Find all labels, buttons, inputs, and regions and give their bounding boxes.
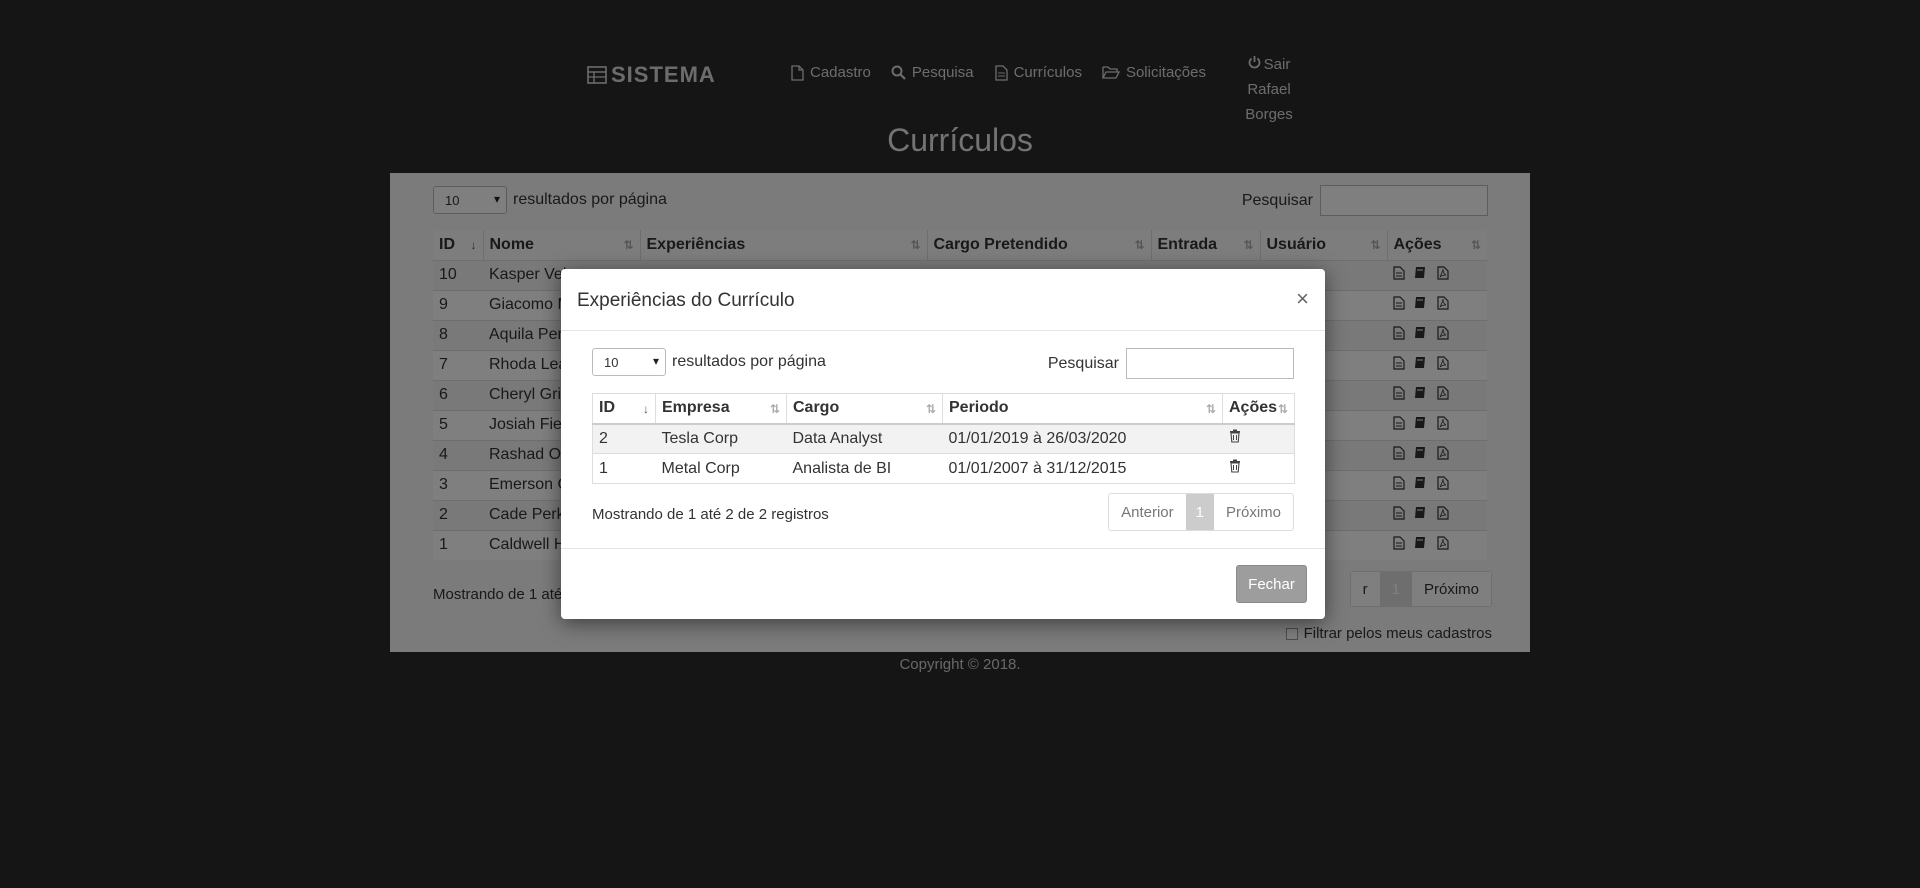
modal-column-header-periodo[interactable]: Periodo ⇅ (942, 393, 1223, 425)
modal-search-input[interactable] (1126, 348, 1294, 379)
cell-periodo: 01/01/2019 à 26/03/2020 (942, 423, 1223, 454)
cell-empresa: Metal Corp (655, 453, 787, 484)
cell-id: 2 (592, 423, 656, 454)
cell-id: 1 (592, 453, 656, 484)
cell-cargo: Data Analyst (786, 423, 943, 454)
modal-page-1-button[interactable]: 1 (1185, 494, 1214, 530)
modal-column-header-empresa[interactable]: Empresa ⇅ (655, 393, 787, 425)
close-icon[interactable]: × (1296, 286, 1309, 312)
modal-next-page-button[interactable]: Próximo (1214, 494, 1293, 530)
table-row: 2 Tesla Corp Data Analyst 01/01/2019 à 26/0… (592, 423, 1295, 454)
cell-periodo: 01/01/2007 à 31/12/2015 (942, 453, 1223, 484)
cell-acoes (1222, 423, 1295, 454)
cell-acoes (1222, 453, 1295, 484)
trash-icon[interactable] (1229, 429, 1241, 447)
experiencias-table: ID ↓ Empresa ⇅ Cargo ⇅ Periodo ⇅ Ações ⇅ 2 Tes… (592, 393, 1295, 484)
experiencias-modal: Experiências do Currículo × 10 resultado… (561, 269, 1325, 619)
modal-column-header-cargo[interactable]: Cargo ⇅ (786, 393, 943, 425)
modal-table-info: Mostrando de 1 até 2 de 2 registros (592, 506, 829, 523)
modal-search-control: Pesquisar (1048, 348, 1294, 379)
modal-header: Experiências do Currículo × (561, 269, 1325, 331)
modal-column-header-id[interactable]: ID ↓ (592, 393, 656, 425)
modal-prev-page-button[interactable]: Anterior (1109, 494, 1186, 530)
modal-length-select[interactable]: 10 (592, 348, 666, 376)
cell-empresa: Tesla Corp (655, 423, 787, 454)
trash-icon[interactable] (1229, 459, 1241, 477)
modal-column-header-acoes[interactable]: Ações ⇅ (1222, 393, 1295, 425)
cell-cargo: Analista de BI (786, 453, 943, 484)
modal-pagination: Anterior 1 Próximo (1108, 493, 1294, 531)
close-button[interactable]: Fechar (1236, 565, 1307, 603)
modal-title: Experiências do Currículo (577, 290, 795, 311)
modal-length-control: 10 resultados por página (592, 348, 826, 376)
modal-footer: Fechar (561, 548, 1325, 619)
table-row: 1 Metal Corp Analista de BI 01/01/2007 à 31… (592, 453, 1295, 484)
